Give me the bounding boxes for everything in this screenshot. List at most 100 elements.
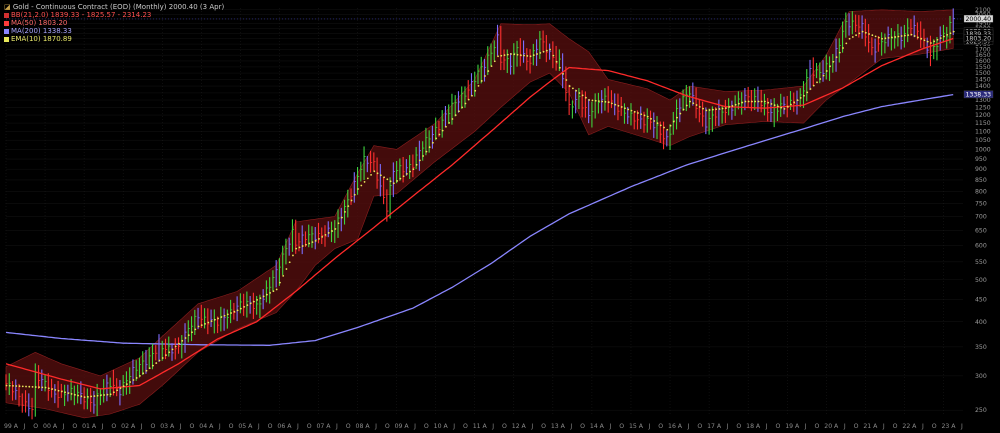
ema-dot [917,36,919,39]
ema-dot [526,55,529,57]
ema-dot [881,37,884,40]
ema-dot [249,302,252,305]
ema-dot [770,103,773,105]
legend-item[interactable]: BB(21,2.0) 1839.33 - 1825.57 - 2314.23 [4,11,224,19]
ema-dot [148,367,151,370]
ema-dot [116,389,119,392]
price-chart[interactable]: 250 300 350 400 450 500 550 600 650 700 750 800 850 9… [0,0,1000,433]
ema-dot [191,331,193,334]
ema-dot [946,33,949,36]
y-tick-label: 1550 [975,64,991,71]
y-tick-label: 1400 [975,83,991,90]
ema-dot [549,48,552,51]
ema-dot [324,234,327,236]
ema-dot [392,182,395,185]
ema-dot [676,116,678,119]
x-tick-label: O [854,423,859,430]
y-tick-label: 1450 [975,76,991,83]
ema-dot [126,383,128,385]
ema-dot [829,65,831,68]
ema-dot [210,320,213,323]
ema-dot [305,243,307,246]
x-tick-label: O [72,423,77,430]
x-tick-label: O [932,423,937,430]
ema-dot [282,274,285,277]
ema-dot [8,384,11,387]
ema-dot [585,96,587,99]
ema-dot [598,100,600,103]
ema-dot [441,129,444,132]
x-tick-label: J [23,423,26,430]
ema-dot [578,92,581,94]
ema-dot [672,120,675,123]
x-tick-label: 16 [668,423,676,430]
ema-dot [591,99,594,102]
price-tag-label: 1338.33 [966,92,992,99]
x-tick-label: 09 [395,423,403,430]
ema-dot [952,30,955,33]
ema-dot [41,386,44,389]
ema-dot [711,108,714,111]
x-tick-label: 04 [199,423,207,430]
ema-dot [204,322,206,325]
ema-dot [793,101,796,104]
ema-dot [731,105,734,107]
ema-dot [611,102,613,105]
ema-dot [223,314,226,317]
ema-dot [327,232,330,234]
ema-dot [724,107,727,110]
ema-dot [428,146,431,149]
ema-dot [409,170,412,173]
ema-dot [695,104,698,106]
ema-dot [936,38,939,41]
bb-swatch-icon [4,12,9,18]
ema-dot [139,374,141,377]
x-tick-label: J [452,423,455,430]
ema-dot [25,385,27,388]
x-tick-label: J [179,423,182,430]
ema-dot [845,42,848,45]
ema-dot [552,54,555,57]
x-tick-label: 12 [512,423,520,430]
ema-dot [497,55,499,58]
ema-dot [637,112,639,114]
ema-dot [83,396,86,399]
ema-dot [308,242,311,245]
ema-dot [555,60,558,63]
ema-dot [334,228,337,230]
ema-dot [604,100,607,103]
ema-dot [624,107,626,110]
legend-item[interactable]: MA(200) 1338.33 [4,27,224,35]
ema-dot [783,108,786,110]
ema-dot [907,34,910,37]
ema-dot [819,78,822,80]
x-tick-label: O [33,423,38,430]
x-tick-label: 22 [902,423,910,430]
ema-dot [288,261,291,264]
ema-dot [617,104,620,107]
ema-dot [633,110,636,113]
ema-dot [796,99,799,102]
ema-dot [350,199,353,202]
x-tick-label: J [335,423,338,430]
ema-dot [913,35,916,37]
ema-dot [435,137,438,140]
ema-dot [217,317,219,320]
ema-dot [467,98,470,101]
ema-dot [506,53,509,56]
y-tick-label: 750 [975,201,987,208]
ema-dot [220,316,223,319]
ema-dot [656,122,659,125]
ema-dot [318,237,320,240]
ema-dot [73,393,76,396]
ema-dot [236,309,239,312]
ema-dot [588,99,591,101]
legend-item[interactable]: EMA(10) 1870.89 [4,35,224,43]
ema-dot [432,141,434,144]
ema-dot [773,104,776,107]
ema-dot [510,53,512,55]
ema-dot [855,34,857,37]
ema-dot [799,97,802,99]
legend-item[interactable]: MA(50) 1803.20 [4,19,224,27]
x-tick-label: J [960,423,963,430]
